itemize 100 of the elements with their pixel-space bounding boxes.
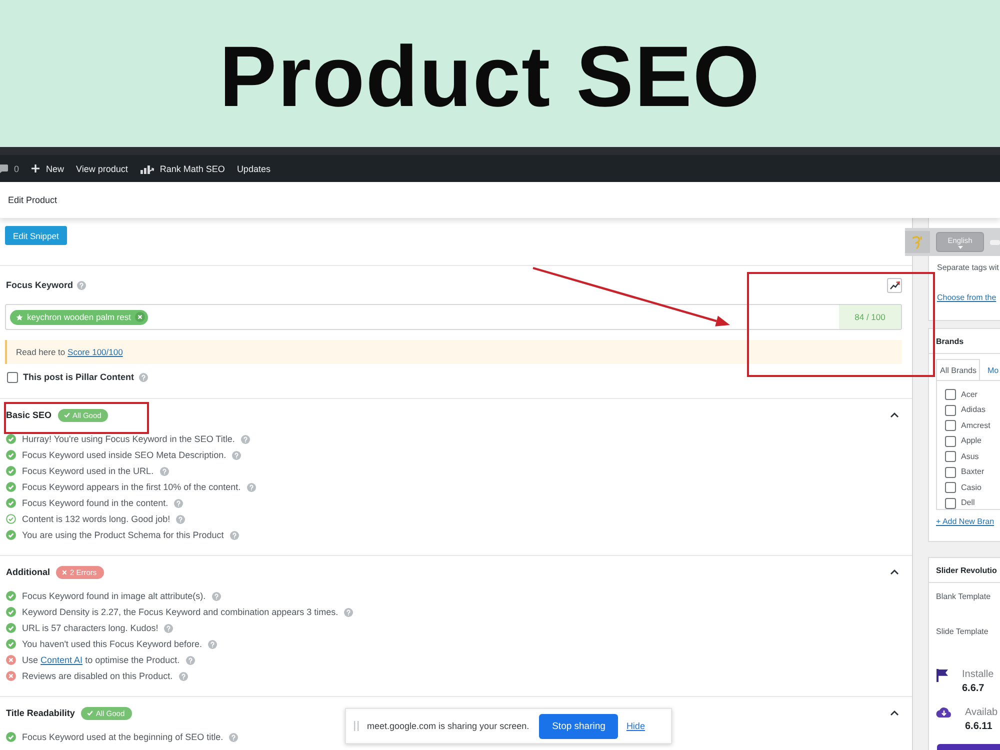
check-text: Focus Keyword used inside SEO Meta Description. [22, 450, 226, 460]
header-title: Edit Product [8, 195, 58, 205]
field-label: Focus Keyword [6, 280, 74, 290]
version-label: Installe [962, 668, 994, 682]
drag-handle-icon[interactable] [354, 721, 359, 731]
banner-title: Product SEO [219, 34, 761, 120]
brand-label: Amcrest [961, 420, 990, 432]
brand-label: Apple [961, 435, 982, 448]
hide-link[interactable]: Hide [626, 721, 645, 731]
score-link[interactable]: Score 100/100 [68, 347, 123, 357]
chevron-up-icon[interactable] [890, 412, 899, 418]
help-icon[interactable] [178, 672, 188, 680]
checkbox[interactable] [945, 389, 956, 400]
help-icon[interactable] [139, 372, 148, 382]
cloud-download-icon [936, 706, 952, 718]
checkbox[interactable] [945, 404, 956, 416]
brand-label: Baxter [961, 466, 984, 478]
help-icon[interactable] [232, 450, 242, 460]
help-icon[interactable] [344, 608, 354, 616]
bar-chart-icon [140, 164, 154, 174]
switch-icon[interactable] [990, 240, 1000, 244]
check-icon [6, 466, 16, 476]
chevron-up-icon[interactable] [890, 569, 899, 575]
help-icon[interactable] [164, 624, 174, 632]
edit-snippet-button[interactable]: Edit Snippet [5, 226, 67, 245]
help-icon[interactable] [246, 482, 256, 492]
check-icon [6, 498, 16, 508]
help-icon[interactable] [186, 656, 195, 664]
close-icon [62, 570, 67, 574]
help-icon[interactable] [230, 530, 239, 540]
toolbar-link[interactable]: View product [71, 155, 133, 182]
checkbox[interactable] [945, 451, 956, 462]
version-number: 6.6.11 [965, 720, 994, 734]
help-icon[interactable] [160, 466, 169, 476]
comment-icon [0, 164, 8, 174]
check-text: You are using the Product Schema for this Product [22, 530, 224, 540]
checkbox-label: This post is Pillar Content [23, 372, 134, 382]
checkbox[interactable] [945, 466, 956, 478]
error-icon [6, 671, 16, 681]
caret-icon [958, 246, 962, 248]
checkbox[interactable] [945, 498, 956, 509]
check-icon [6, 623, 16, 633]
help-icon[interactable] [176, 514, 186, 524]
add-brand-link[interactable]: + Add New Bran [936, 516, 1000, 528]
check-text: Hurray! You're using Focus Keyword in the SEO Title. [22, 434, 235, 444]
version-number: 6.6.7 [962, 682, 986, 696]
tab[interactable]: Mo [983, 359, 1000, 380]
check-text: Focus Keyword used in the URL. [22, 466, 154, 476]
check-icon [6, 434, 16, 444]
check-text: Focus Keyword found in image alt attribute(s). [22, 590, 206, 602]
trends-button[interactable] [887, 278, 902, 292]
help-icon[interactable] [240, 434, 250, 444]
translate-icon[interactable] [905, 231, 930, 253]
check-text: Focus Keyword used at the beginning of SEO title. [22, 732, 224, 742]
error-icon [6, 655, 16, 665]
new-menu[interactable]: New [26, 155, 70, 182]
rank-math-menu[interactable]: Rank Math SEO [134, 155, 230, 182]
version-label: Availab [965, 706, 998, 720]
check-icon [6, 639, 16, 649]
chevron-up-icon[interactable] [890, 710, 899, 716]
help-icon[interactable] [212, 592, 221, 600]
checkbox[interactable] [945, 436, 956, 447]
checkbox[interactable] [7, 372, 18, 382]
help-icon[interactable] [174, 498, 184, 508]
share-message: meet.google.com is sharing your screen. [367, 721, 530, 731]
check-circle-icon [6, 514, 16, 524]
brand-label: Dell [961, 497, 975, 509]
inline-link[interactable]: Content AI [40, 654, 83, 664]
brand-label: Casio [961, 482, 982, 494]
section-title: Additional [6, 567, 50, 577]
checkbox[interactable] [945, 420, 956, 432]
flag-icon [936, 668, 949, 682]
stop-sharing-button[interactable]: Stop sharing [539, 714, 618, 738]
help-icon[interactable] [77, 280, 86, 290]
choose-tags-link[interactable]: Choose from the [937, 292, 1000, 304]
comments-menu[interactable]: 0 [0, 155, 24, 182]
help-icon[interactable] [229, 732, 238, 742]
check-text: Reviews are disabled on this Product. [22, 670, 173, 682]
check-text: URL is 57 characters long. Kudos! [22, 622, 158, 634]
brand-label: Adidas [961, 404, 986, 416]
brand-label: Acer [961, 388, 978, 401]
check-icon [86, 710, 93, 716]
panel-title: Slider Revolutio [936, 566, 997, 574]
section-title: Basic SEO [6, 410, 52, 420]
tab[interactable]: All Brands [936, 359, 980, 380]
brand-label: Asus [961, 450, 979, 463]
tags-hint: Separate tags wit [937, 262, 1000, 274]
notice-text: Read here to Score 100/100 [16, 347, 123, 357]
check-text: Content is 132 words long. Good job! [22, 514, 170, 524]
checkbox[interactable] [945, 482, 956, 494]
check-icon [64, 412, 70, 418]
check-text: Keyword Density is 2.27, the Focus Keyword and combination appears 3 times. [22, 606, 338, 618]
toolbar-link[interactable]: Updates [232, 155, 276, 182]
check-icon [6, 591, 16, 601]
remove-icon[interactable] [134, 312, 145, 322]
help-icon[interactable] [208, 640, 217, 648]
check-icon [6, 732, 16, 742]
template-label: Blank Template [936, 591, 992, 603]
check-text: Use Content AI to optimise the Product. [22, 654, 180, 666]
section-title: Title Readability [6, 708, 75, 718]
